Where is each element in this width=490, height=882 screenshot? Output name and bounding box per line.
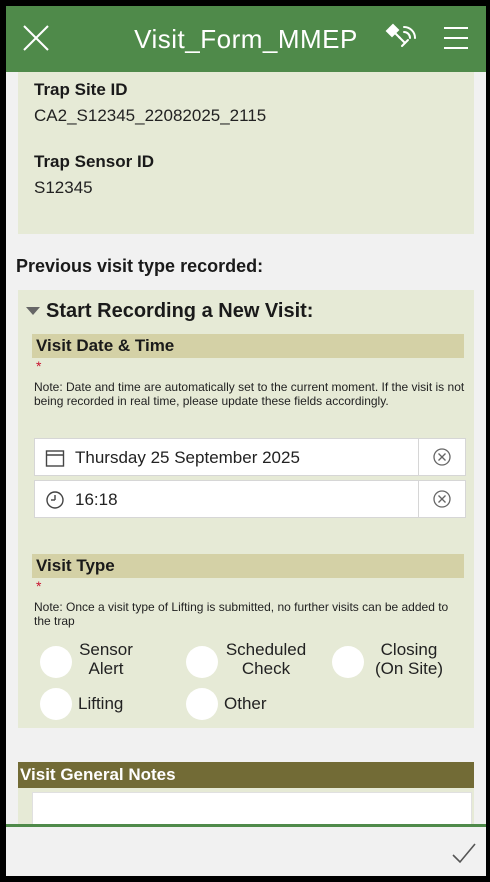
- required-mark: *: [36, 578, 42, 594]
- radio-label-closing-on-site[interactable]: Closing (On Site): [364, 640, 454, 678]
- radio-other[interactable]: [186, 688, 218, 720]
- checkmark-icon[interactable]: [450, 839, 478, 867]
- form-screen: Visit_Form_MMEP Trap Site ID CA2_S12345_…: [6, 6, 486, 876]
- trap-site-id-label: Trap Site ID: [34, 80, 128, 99]
- clear-time-button[interactable]: [418, 481, 465, 517]
- calendar-icon: [45, 450, 65, 467]
- visit-time-value: 16:18: [75, 490, 118, 509]
- new-visit-group-title[interactable]: Start Recording a New Visit:: [46, 300, 313, 323]
- radio-label-line: (On Site): [374, 659, 444, 678]
- radio-label-lifting[interactable]: Lifting: [78, 694, 123, 713]
- visit-type-label: Visit Type: [36, 556, 115, 575]
- previous-visit-label: Previous visit type recorded:: [16, 256, 264, 276]
- radio-label-scheduled-check[interactable]: Scheduled Check: [218, 640, 314, 678]
- radio-label-line: Scheduled: [225, 640, 307, 659]
- trap-sensor-id-label: Trap Sensor ID: [34, 152, 154, 171]
- satellite-icon[interactable]: [382, 20, 418, 56]
- radio-label-line: Alert: [88, 659, 124, 678]
- radio-label-line: Sensor: [79, 640, 133, 659]
- general-notes-input[interactable]: [32, 792, 472, 824]
- visit-time-field[interactable]: 16:18: [34, 480, 466, 518]
- form-content[interactable]: Trap Site ID CA2_S12345_22082025_2115 Tr…: [6, 72, 486, 824]
- general-notes-panel: [18, 788, 474, 824]
- clock-icon: [46, 491, 64, 509]
- radio-label-sensor-alert[interactable]: Sensor Alert: [74, 640, 138, 678]
- visit-type-note: Note: Once a visit type of Lifting is su…: [34, 600, 449, 628]
- clear-date-button[interactable]: [418, 439, 465, 475]
- trap-site-panel: Trap Site ID CA2_S12345_22082025_2115 Tr…: [18, 72, 474, 234]
- trap-sensor-id-value: S12345: [34, 178, 93, 197]
- visit-datetime-header: Visit Date & Time: [32, 334, 464, 358]
- general-notes-header: Visit General Notes: [18, 762, 474, 788]
- radio-closing-on-site[interactable]: [332, 646, 364, 678]
- radio-lifting[interactable]: [40, 688, 72, 720]
- new-visit-group: Start Recording a New Visit: Visit Date …: [18, 290, 474, 728]
- trap-site-id-value: CA2_S12345_22082025_2115: [34, 106, 267, 125]
- visit-date-value: Thursday 25 September 2025: [75, 448, 300, 467]
- radio-label-line: Check: [241, 659, 291, 678]
- required-mark: *: [36, 358, 42, 374]
- general-notes-label: Visit General Notes: [20, 765, 176, 784]
- radio-label-other[interactable]: Other: [224, 694, 267, 713]
- clear-circle-icon: [433, 490, 451, 508]
- datetime-note: Note: Date and time are automatically se…: [34, 380, 465, 408]
- collapse-triangle-icon[interactable]: [26, 307, 40, 315]
- visit-date-field[interactable]: Thursday 25 September 2025: [34, 438, 466, 476]
- clear-circle-icon: [433, 448, 451, 466]
- visit-datetime-label: Visit Date & Time: [36, 336, 175, 355]
- radio-scheduled-check[interactable]: [186, 646, 218, 678]
- header-bar: Visit_Form_MMEP: [6, 6, 486, 72]
- radio-sensor-alert[interactable]: [40, 646, 72, 678]
- menu-icon[interactable]: [438, 20, 474, 56]
- radio-label-line: Closing: [380, 640, 438, 659]
- footer-bar: [6, 824, 486, 876]
- visit-type-header: Visit Type: [32, 554, 464, 578]
